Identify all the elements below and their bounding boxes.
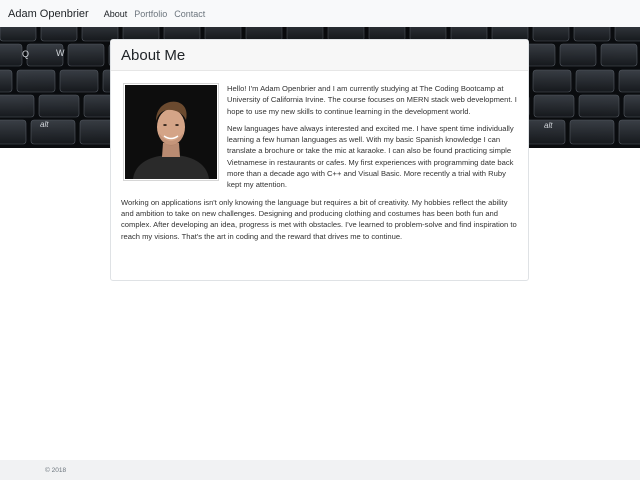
about-card-body: Hello! I'm Adam Openbrier and I am curre…	[111, 71, 528, 242]
profile-photo-image	[125, 85, 217, 179]
footer-copyright: © 2018	[45, 466, 67, 474]
about-paragraph-3: Working on applications isn't only knowi…	[121, 197, 517, 241]
about-title: About Me	[121, 46, 186, 64]
nav-link-portfolio[interactable]: Portfolio	[134, 9, 167, 19]
nav-link-about[interactable]: About	[104, 9, 128, 19]
navbar: Adam Openbrier About Portfolio Contact	[0, 0, 640, 28]
profile-photo	[123, 83, 219, 181]
brand-link[interactable]: Adam Openbrier	[8, 8, 89, 20]
about-card: About Me Hello! I'm Adam Openbrier and I…	[110, 39, 529, 281]
about-card-header: About Me	[111, 40, 528, 71]
nav-link-contact[interactable]: Contact	[174, 9, 205, 19]
footer: © 2018	[0, 460, 640, 480]
